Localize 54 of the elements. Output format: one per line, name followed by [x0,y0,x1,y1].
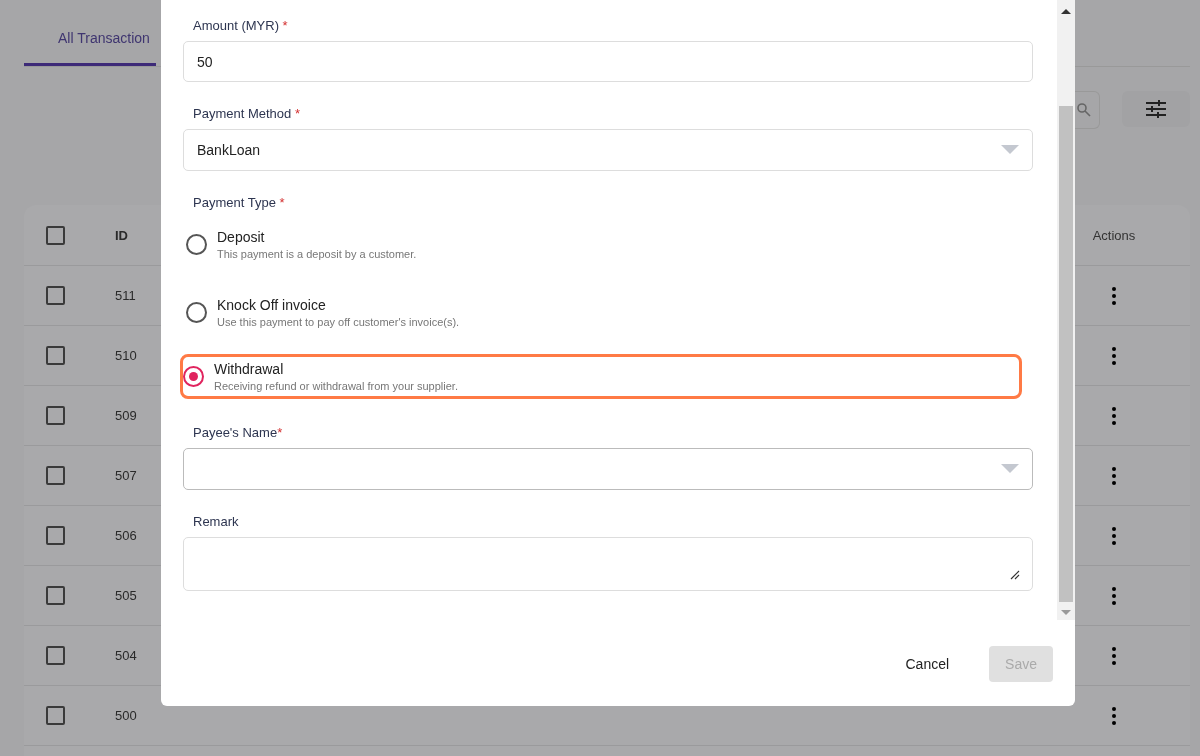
tab[interactable]: All Transaction [24,4,156,66]
table-cell: 500 [115,708,137,723]
table-cell: 510 [115,348,137,363]
field-label: Amount (MYR) * [193,18,289,33]
filter-button[interactable] [1122,91,1190,127]
table-cell: 505 [115,588,137,603]
select-field[interactable]: BankLoan [183,129,1033,171]
option-label: Deposit [217,229,266,245]
more-options-icon[interactable] [1112,706,1116,725]
field-label: Payment Type * [193,195,286,210]
checkbox[interactable] [46,706,65,725]
option-description: Receiving refund or withdrawal from your supplier. [214,380,458,392]
more-options-icon[interactable] [1112,346,1116,365]
checkbox[interactable] [46,286,65,305]
option-label: Withdrawal [214,361,285,377]
option-label: Knock Off invoice [217,297,327,313]
select-field[interactable] [183,448,1033,490]
checkbox[interactable] [46,526,65,545]
table-cell: 506 [115,528,137,543]
sliders-icon [1146,100,1166,118]
field-label: Payee's Name* [193,425,284,440]
table-cell: 504 [115,648,137,663]
cancel-button[interactable]: Cancel [889,646,966,682]
radio-button[interactable] [186,234,207,255]
more-options-icon[interactable] [1112,286,1116,305]
checkbox[interactable] [46,586,65,605]
resize-handle-icon [1010,570,1020,580]
table-cell: 509 [115,408,137,423]
checkbox[interactable] [46,346,65,365]
scroll-up-icon[interactable] [1061,8,1071,16]
checkbox[interactable] [46,406,65,425]
option-description: Use this payment to pay off customer's invoice(s). [217,316,460,328]
field-label: Payment Method * [193,106,301,121]
dropdown-arrow-icon [1001,464,1019,474]
checkbox[interactable] [46,225,65,245]
radio-button[interactable] [186,302,207,323]
field-label: Remark [193,514,240,529]
column-header: ID [115,227,128,243]
checkbox[interactable] [46,466,65,485]
more-options-icon[interactable] [1112,646,1116,665]
table-cell: 511 [115,288,136,303]
more-options-icon[interactable] [1112,586,1116,605]
column-header: Actions [1091,227,1137,243]
table-cell: 507 [115,468,137,483]
amount-input[interactable]: 50 [183,41,1033,82]
search-icon [1077,103,1091,117]
radio-button[interactable] [183,366,204,387]
checkbox[interactable] [46,646,65,665]
more-options-icon[interactable] [1112,526,1116,545]
scrollbar[interactable] [1057,0,1075,620]
more-options-icon[interactable] [1112,466,1116,485]
dropdown-arrow-icon [1001,145,1019,155]
more-options-icon[interactable] [1112,406,1116,425]
option-description: This payment is a deposit by a customer. [217,248,417,260]
